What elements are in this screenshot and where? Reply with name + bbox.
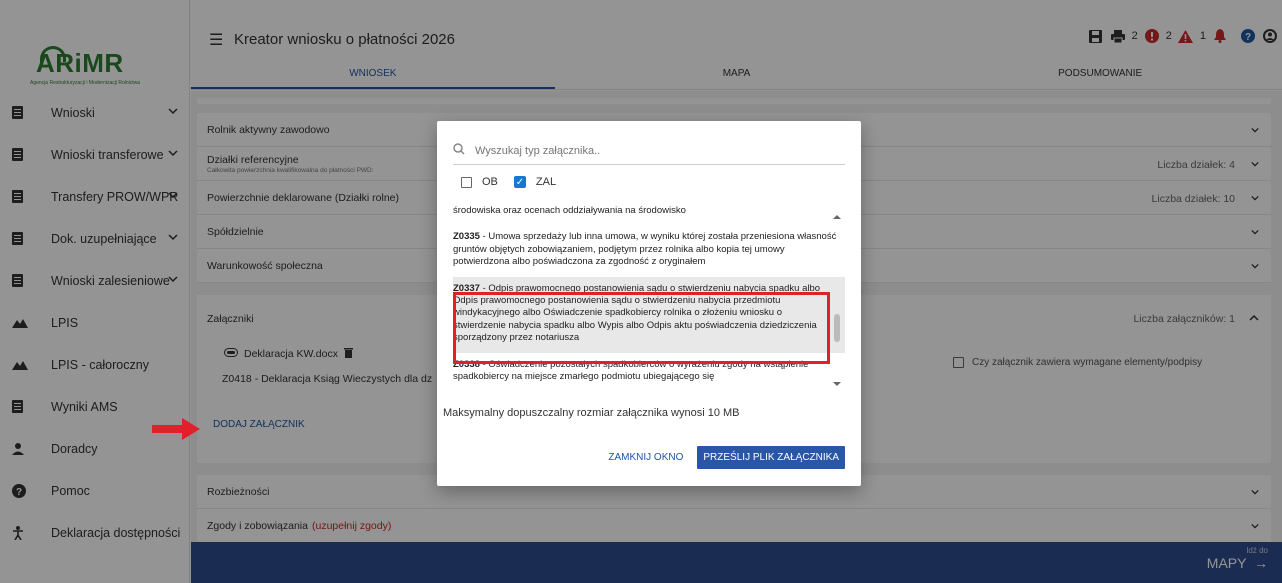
search-input[interactable] [475,144,805,157]
list-item[interactable]: środowiska oraz ocenach oddziaływania na… [453,203,845,225]
attachment-type-dialog: OB ✓ ZAL środowiska oraz ocenach oddział… [437,121,861,486]
ob-label: OB [482,176,498,188]
highlight-annotation [453,292,830,364]
zal-checkbox[interactable]: ✓ [513,176,526,188]
list-scrollbar[interactable] [833,213,841,388]
dialog-actions: ZAMKNIJ OKNO PRZEŚLIJ PLIK ZAŁĄCZNIKA [604,446,845,469]
zal-label: ZAL [535,176,557,188]
upload-attachment-button[interactable]: PRZEŚLIJ PLIK ZAŁĄCZNIKA [697,446,845,469]
scroll-thumb[interactable] [834,314,840,342]
ob-checkbox[interactable] [461,176,472,188]
close-dialog-button[interactable]: ZAMKNIJ OKNO [604,446,687,469]
arrow-annotation-icon [152,418,200,440]
max-size-info: Maksymalny dopuszczalny rozmiar załączni… [443,407,740,419]
list-item-code: Z0335 [453,231,480,243]
list-item-text: środowiska oraz ocenach oddziaływania na… [453,205,686,216]
search-field[interactable] [453,137,845,165]
filter-checkboxes: OB ✓ ZAL [461,176,556,188]
list-item-text: - Umowa sprzedaży lub inna umowa, w wyni… [453,231,837,268]
search-icon [453,143,465,158]
list-item[interactable]: Z0335 - Umowa sprzedaży lub inna umowa, … [453,225,845,276]
page-root: ARiMR Agencja Restrukturyzacji i Moderni… [0,0,1282,583]
